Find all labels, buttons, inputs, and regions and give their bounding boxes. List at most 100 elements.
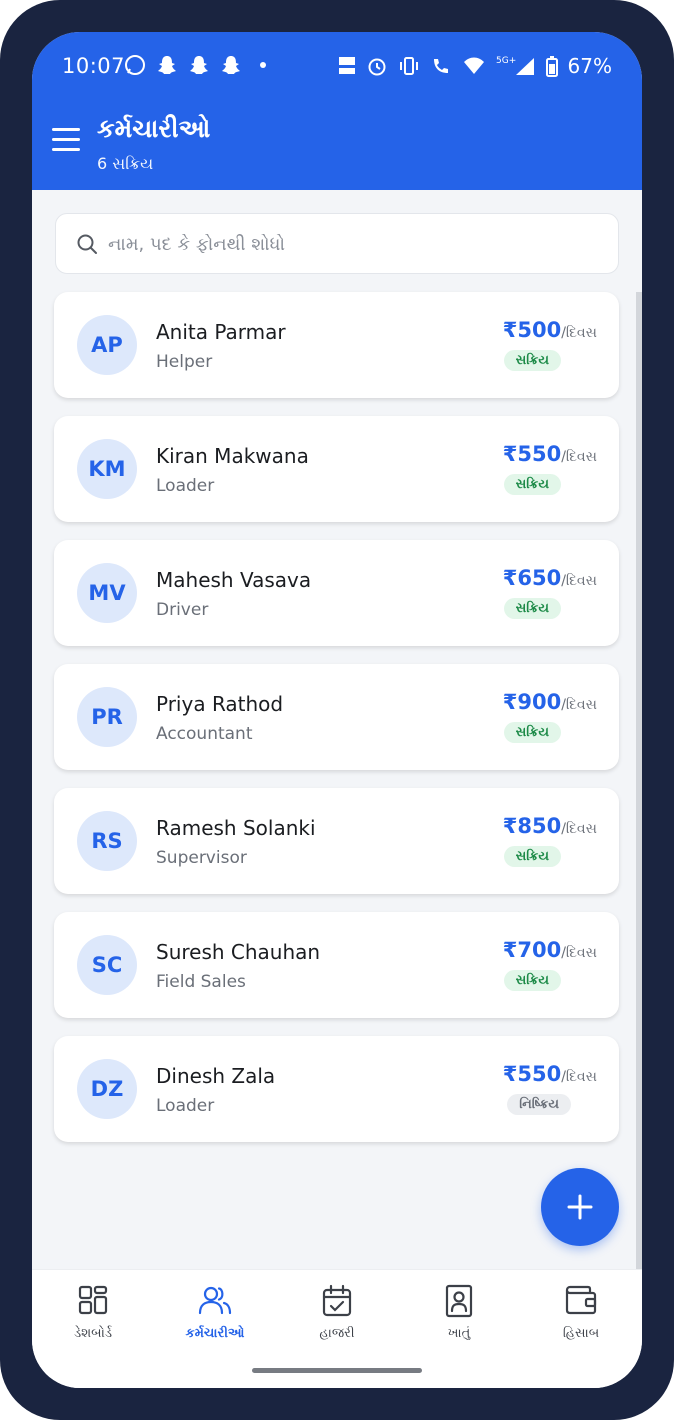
status-badge: સક્રિય bbox=[503, 846, 561, 867]
nav-ledger[interactable]: હિસાબ bbox=[520, 1270, 642, 1354]
network-type: 5G+ bbox=[496, 56, 516, 66]
employee-name: Anita Parmar bbox=[156, 320, 286, 344]
battery-percent: 67% bbox=[567, 54, 612, 78]
snapchat-icon bbox=[220, 54, 242, 76]
daily-wage: ₹550/દિવસ bbox=[503, 1062, 597, 1086]
wifi-call-icon bbox=[433, 59, 448, 73]
gesture-area bbox=[32, 1354, 642, 1388]
snapchat-icon bbox=[188, 54, 210, 76]
avatar: MV bbox=[77, 563, 137, 623]
status-badge: નિષ્ક્રિય bbox=[507, 1094, 571, 1115]
contact-book-icon bbox=[445, 1284, 473, 1318]
notification-icons bbox=[124, 54, 274, 76]
employee-name: Dinesh Zala bbox=[156, 1064, 276, 1088]
avatar: AP bbox=[77, 315, 137, 375]
nav-label: હાજરી bbox=[319, 1326, 355, 1341]
employee-role: Accountant bbox=[156, 724, 253, 744]
alarm-icon bbox=[368, 58, 386, 76]
wage-unit: /દિવસ bbox=[561, 821, 597, 837]
wage-amount: ₹850 bbox=[502, 814, 562, 838]
employee-name: Priya Rathod bbox=[156, 692, 284, 716]
wage-unit: /દિવસ bbox=[561, 573, 597, 589]
daily-wage: ₹650/દિવસ bbox=[503, 566, 597, 590]
wage-amount: ₹550 bbox=[502, 1062, 562, 1086]
employee-role: Field Sales bbox=[156, 972, 246, 992]
avatar: PR bbox=[77, 687, 137, 747]
nav-label: ખાતું bbox=[447, 1326, 471, 1341]
data-speed-icon bbox=[338, 57, 355, 74]
status-badge: સક્રિય bbox=[503, 474, 561, 495]
dashboard-icon bbox=[78, 1285, 108, 1315]
search-icon bbox=[77, 234, 97, 254]
status-badge: સક્રિય bbox=[503, 722, 561, 743]
daily-wage: ₹550/દિવસ bbox=[503, 442, 597, 466]
status-badge: સક્રિય bbox=[503, 598, 561, 619]
plus-icon bbox=[567, 1194, 593, 1220]
users-icon bbox=[198, 1286, 232, 1315]
snapchat-icon bbox=[156, 54, 178, 76]
scrollbar-thumb[interactable] bbox=[636, 292, 642, 1269]
nav-label: કર્મચારીઓ bbox=[185, 1326, 245, 1341]
app-header: કર્મચારીઓ 6 સક્રિય bbox=[32, 100, 642, 190]
status-badge: સક્રિય bbox=[503, 970, 561, 991]
menu-button[interactable] bbox=[52, 128, 80, 152]
wage-unit: /દિવસ bbox=[561, 449, 597, 465]
employee-name: Kiran Makwana bbox=[156, 444, 309, 468]
status-badge: સક્રિય bbox=[503, 350, 561, 371]
employee-card[interactable]: AP Anita Parmar Helper ₹500/દિવસ સક્રિય bbox=[54, 292, 619, 398]
avatar: DZ bbox=[77, 1059, 137, 1119]
avatar: SC bbox=[77, 935, 137, 995]
employee-card[interactable]: MV Mahesh Vasava Driver ₹650/દિવસ સક્રિય bbox=[54, 540, 619, 646]
status-time: 10:07 bbox=[62, 54, 126, 78]
wage-unit: /દિવસ bbox=[561, 945, 597, 961]
daily-wage: ₹900/દિવસ bbox=[503, 690, 597, 714]
search-bar[interactable] bbox=[55, 213, 619, 274]
app-screen: 10:07 5G+ 67% કર્મચારીઓ 6 સક્રિય નામ, પદ… bbox=[32, 32, 642, 1388]
nav-dashboard[interactable]: ડેશબોર્ડ bbox=[32, 1270, 154, 1354]
nav-attendance[interactable]: હાજરી bbox=[276, 1270, 398, 1354]
employee-role: Driver bbox=[156, 600, 209, 620]
page-title: કર્મચારીઓ bbox=[97, 114, 211, 143]
wifi-icon bbox=[463, 57, 484, 74]
avatar: KM bbox=[77, 439, 137, 499]
wage-unit: /દિવસ bbox=[561, 325, 597, 341]
employee-card[interactable]: KM Kiran Makwana Loader ₹550/દિવસ સક્રિય bbox=[54, 416, 619, 522]
daily-wage: ₹500/દિવસ bbox=[503, 318, 597, 342]
hamburger-icon bbox=[52, 128, 80, 131]
vibrate-icon bbox=[399, 57, 418, 75]
wage-amount: ₹900 bbox=[502, 690, 562, 714]
employee-name: Suresh Chauhan bbox=[156, 940, 321, 964]
signal-icon: 5G+ bbox=[496, 56, 534, 75]
dot-icon bbox=[252, 54, 274, 76]
whatsapp-icon bbox=[124, 54, 146, 76]
calendar-check-icon bbox=[322, 1284, 352, 1317]
wage-amount: ₹700 bbox=[502, 938, 562, 962]
phone-frame: 10:07 5G+ 67% કર્મચારીઓ 6 સક્રિય નામ, પદ… bbox=[0, 0, 674, 1420]
avatar: RS bbox=[77, 811, 137, 871]
search-input[interactable] bbox=[108, 224, 598, 264]
wage-amount: ₹650 bbox=[502, 566, 562, 590]
daily-wage: ₹700/દિવસ bbox=[503, 938, 597, 962]
employee-card[interactable]: DZ Dinesh Zala Loader ₹550/દિવસ નિષ્ક્રિ… bbox=[54, 1036, 619, 1142]
employee-role: Loader bbox=[156, 1096, 215, 1116]
nav-employees[interactable]: કર્મચારીઓ bbox=[154, 1270, 276, 1354]
employee-card[interactable]: PR Priya Rathod Accountant ₹900/દિવસ સક્… bbox=[54, 664, 619, 770]
employee-card[interactable]: SC Suresh Chauhan Field Sales ₹700/દિવસ … bbox=[54, 912, 619, 1018]
wage-amount: ₹500 bbox=[502, 318, 562, 342]
home-indicator[interactable] bbox=[252, 1368, 422, 1373]
battery-icon bbox=[545, 56, 558, 77]
employee-name: Mahesh Vasava bbox=[156, 568, 312, 592]
employee-card[interactable]: RS Ramesh Solanki Supervisor ₹850/દિવસ સ… bbox=[54, 788, 619, 894]
employee-role: Supervisor bbox=[156, 848, 247, 868]
system-icons: 5G+ 67% bbox=[338, 54, 612, 78]
nav-account[interactable]: ખાતું bbox=[398, 1270, 520, 1354]
page-subtitle: 6 સક્રિય bbox=[97, 154, 154, 173]
add-employee-button[interactable] bbox=[541, 1168, 619, 1246]
nav-label: ડેશબોર્ડ bbox=[74, 1326, 112, 1341]
status-bar: 10:07 5G+ 67% bbox=[32, 32, 642, 100]
wage-amount: ₹550 bbox=[502, 442, 562, 466]
wallet-icon bbox=[565, 1285, 597, 1315]
wage-unit: /દિવસ bbox=[561, 697, 597, 713]
employee-role: Loader bbox=[156, 476, 215, 496]
employee-name: Ramesh Solanki bbox=[156, 816, 316, 840]
